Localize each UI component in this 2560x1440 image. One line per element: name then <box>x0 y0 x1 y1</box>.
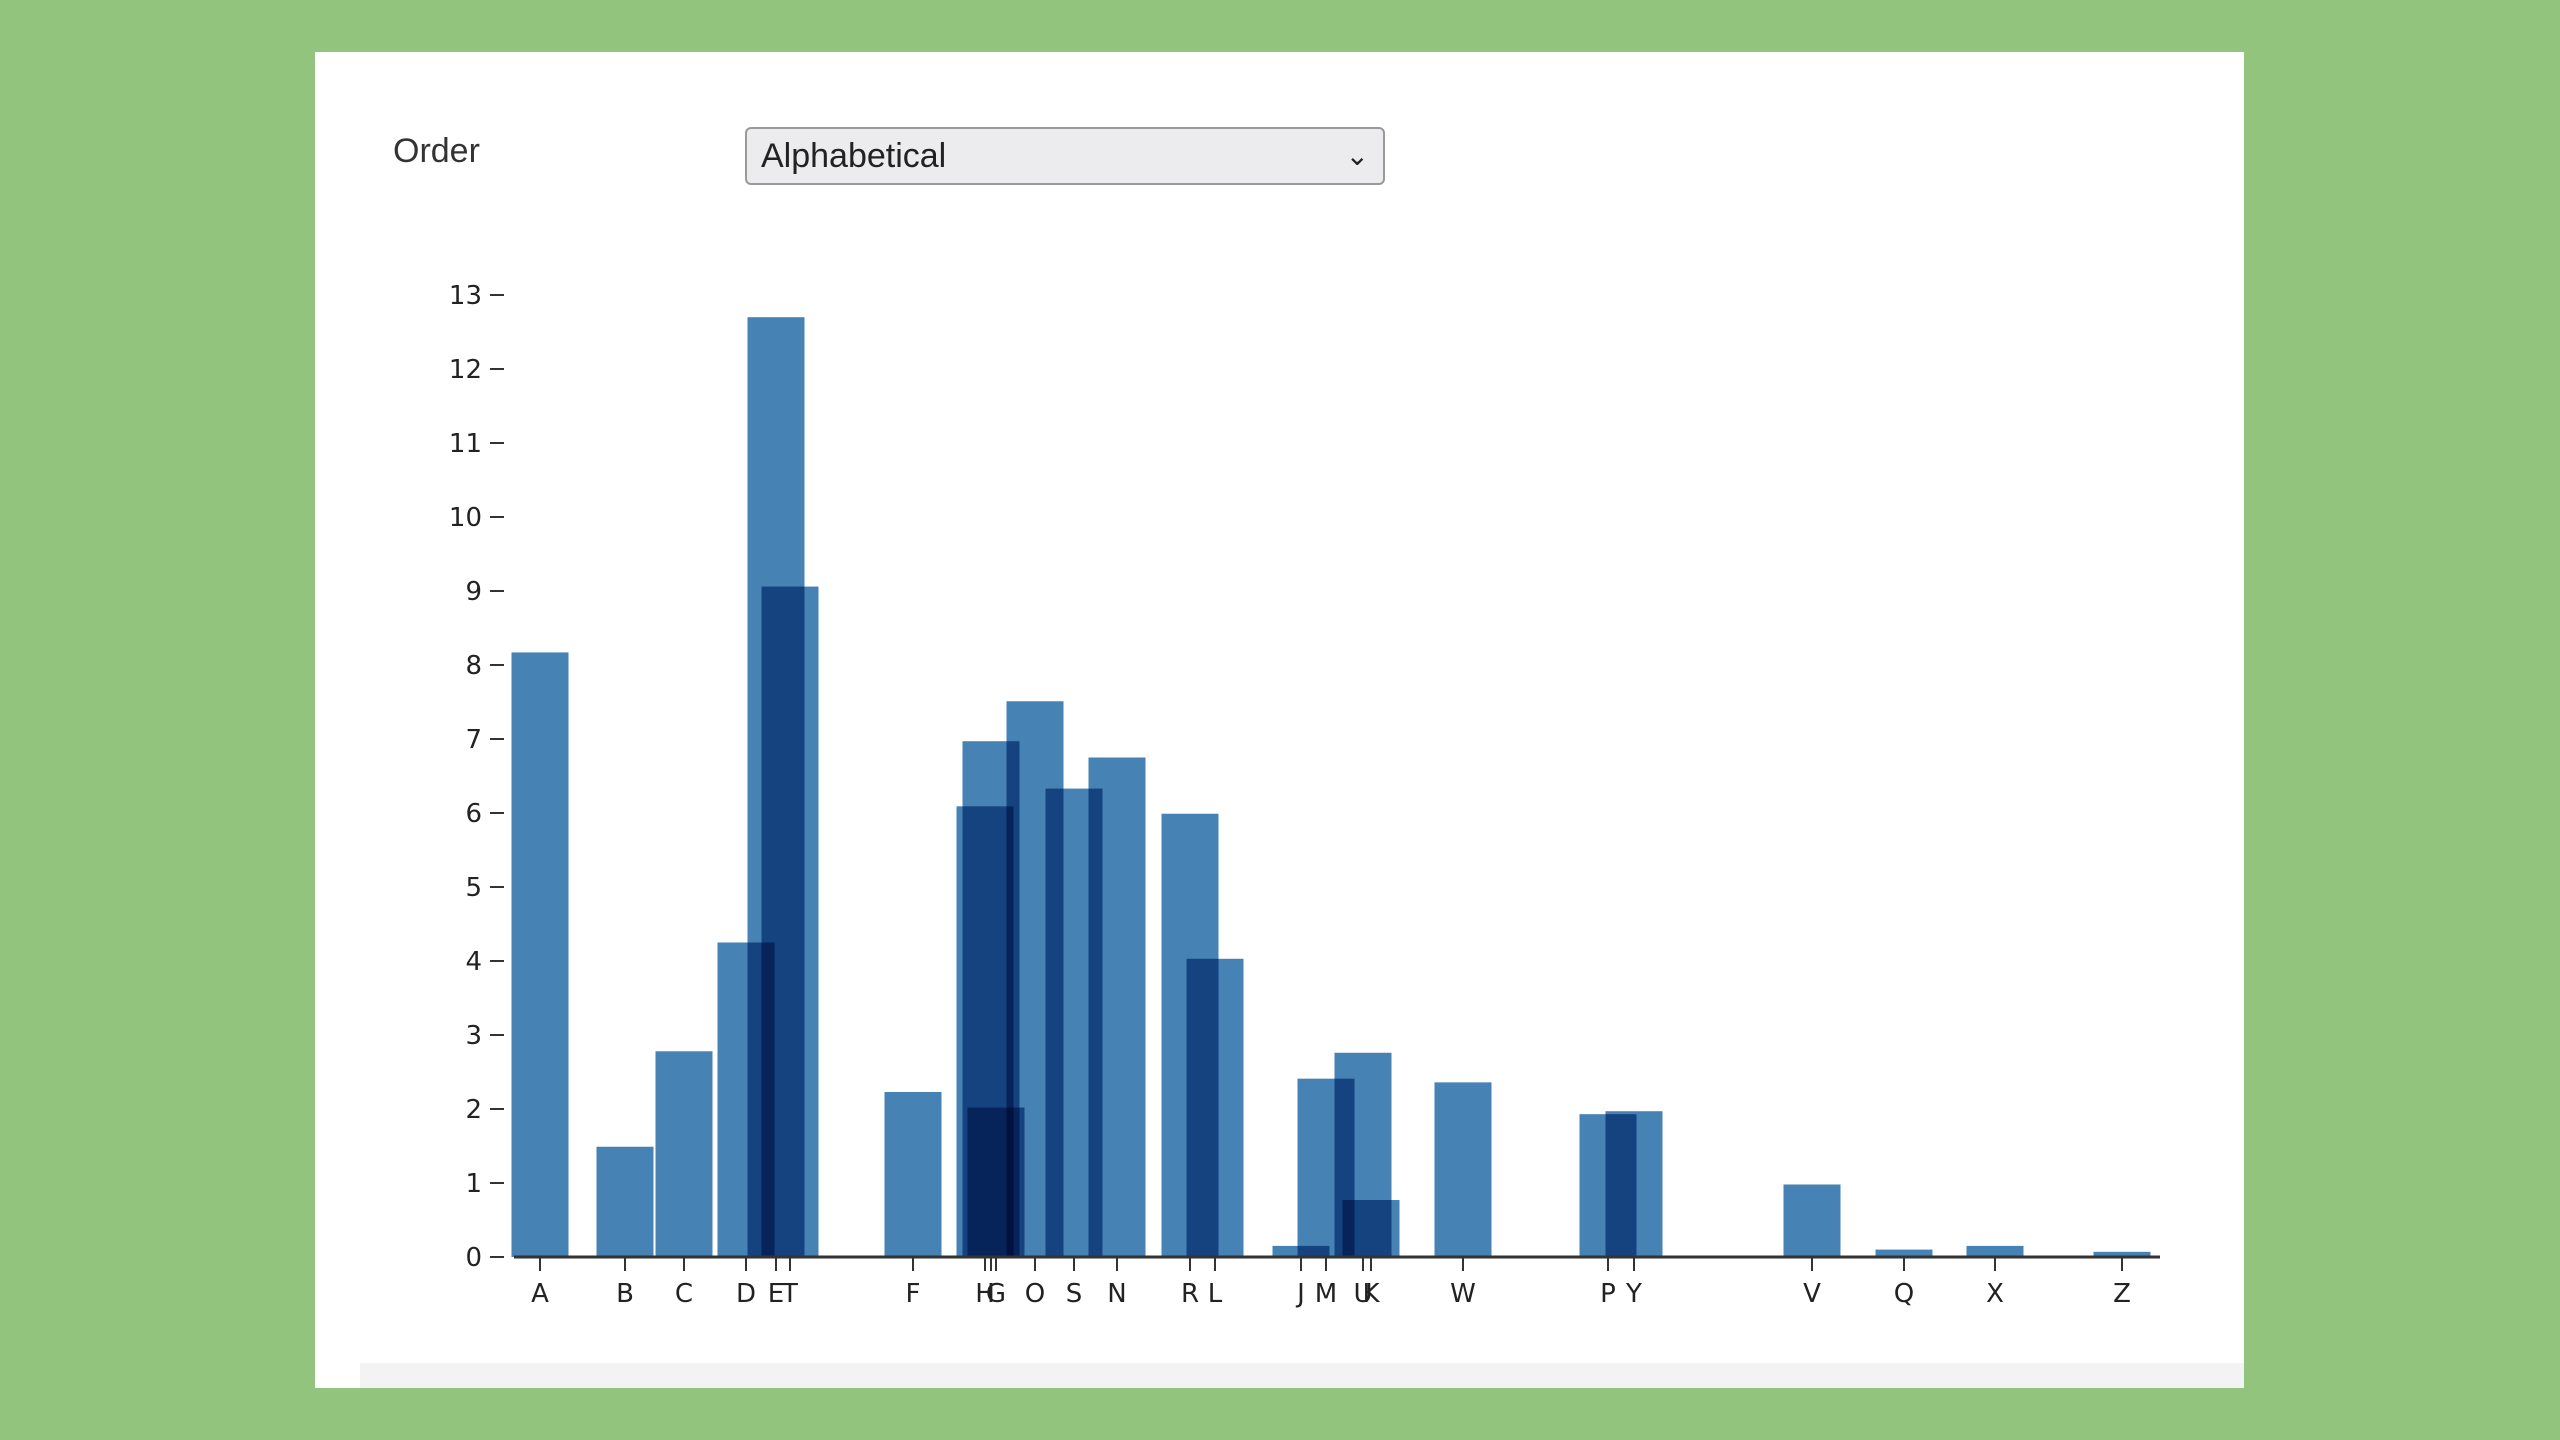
x-tick-label: C <box>675 1279 693 1309</box>
bar-B <box>596 1146 654 1257</box>
bar-F <box>884 1091 942 1257</box>
x-tick-label: Z <box>2113 1279 2131 1309</box>
x-tick-label: F <box>906 1279 921 1309</box>
bar-W <box>1434 1082 1492 1257</box>
x-tick-label: X <box>1986 1279 2004 1309</box>
y-tick-label: 7 <box>465 725 482 755</box>
bar-C <box>655 1051 713 1257</box>
bar-S <box>1045 788 1103 1257</box>
y-tick-label: 12 <box>449 355 482 385</box>
x-tick-label: T <box>781 1279 798 1309</box>
bar-X <box>1966 1245 2024 1257</box>
x-tick-label: Q <box>1894 1279 1914 1309</box>
x-tick-label: A <box>531 1279 549 1309</box>
y-tick-label: 6 <box>465 799 482 829</box>
letter-frequency-chart: A B C D E F GHI J KL MNO P QRST U VW XY Z01234567891011… <box>449 281 2160 1309</box>
x-tick-label: W <box>1450 1279 1476 1309</box>
x-tick-label: N <box>1107 1279 1126 1309</box>
y-tick-label: 9 <box>465 577 482 607</box>
x-tick-label: I <box>987 1279 995 1309</box>
x-tick-label: R <box>1181 1279 1199 1309</box>
bar-V <box>1783 1184 1841 1257</box>
x-tick-label: J <box>1295 1279 1305 1309</box>
x-tick-label: M <box>1315 1279 1337 1309</box>
y-tick-label: 3 <box>465 1021 482 1051</box>
y-tick-label: 8 <box>465 651 482 681</box>
x-tick-label: V <box>1803 1279 1821 1309</box>
bar-R <box>1161 813 1219 1257</box>
bar-Y <box>1605 1111 1663 1257</box>
x-tick-label: P <box>1600 1279 1616 1309</box>
x-tick-label: O <box>1025 1279 1045 1309</box>
x-tick-label: L <box>1208 1279 1223 1309</box>
y-tick-label: 0 <box>465 1243 482 1273</box>
y-tick-label: 11 <box>449 429 482 459</box>
bar-T <box>761 586 819 1257</box>
x-tick-label: Y <box>1625 1279 1642 1309</box>
x-tick-label: B <box>616 1279 634 1309</box>
x-tick-label: S <box>1066 1279 1083 1309</box>
bar-A <box>511 652 569 1257</box>
x-tick-label: U <box>1353 1279 1372 1309</box>
y-tick-label: 4 <box>465 947 482 977</box>
y-tick-label: 13 <box>449 281 482 311</box>
y-tick-label: 5 <box>465 873 482 903</box>
x-tick-label: D <box>736 1279 756 1309</box>
y-tick-label: 1 <box>465 1169 482 1199</box>
y-tick-label: 10 <box>449 503 482 533</box>
y-tick-label: 2 <box>465 1095 482 1125</box>
bar-U <box>1334 1052 1392 1257</box>
